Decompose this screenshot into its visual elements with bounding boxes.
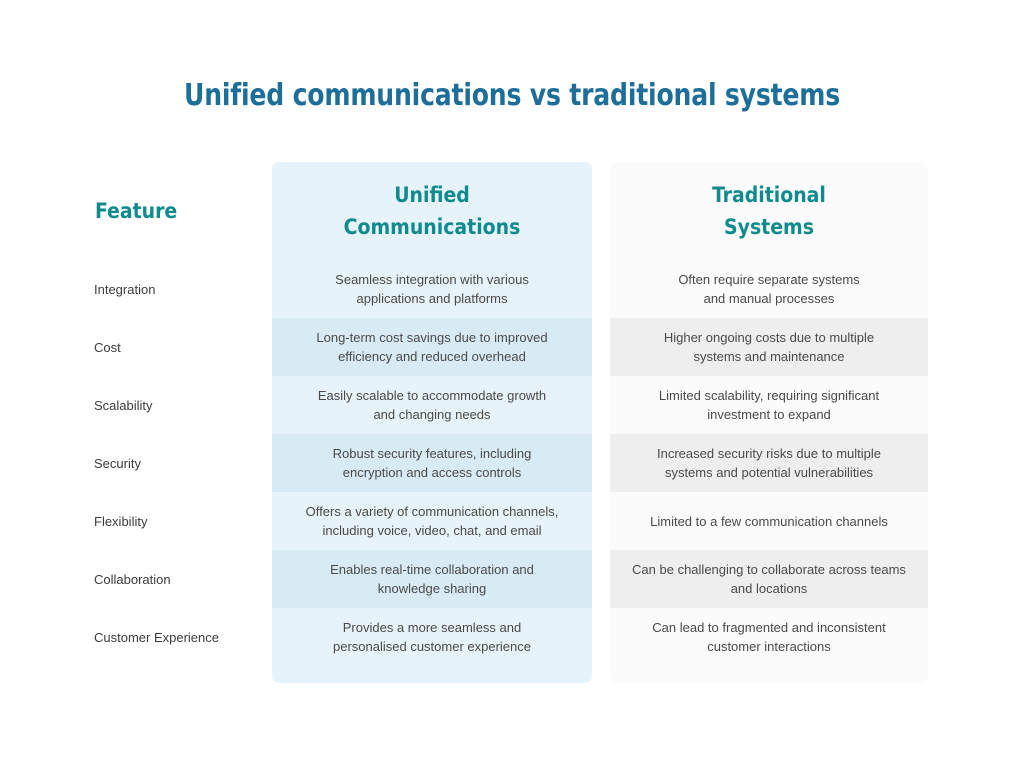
feature-name-label: Customer Experience bbox=[94, 629, 219, 645]
unified-communications-cell-line: knowledge sharing bbox=[377, 581, 487, 596]
unified-communications-cell: Seamless integration with various applica… bbox=[272, 260, 592, 318]
unified-communications-cell-line: Easily scalable to accommodate growth bbox=[317, 388, 547, 403]
table-row: Customer Experience Provides a more seaml… bbox=[94, 608, 930, 666]
feature-name-cell: Cost bbox=[94, 318, 264, 376]
table-row: Cost Long-term cost savings due to improv… bbox=[94, 318, 930, 376]
unified-communications-cell: Long-term cost savings due to improved ef… bbox=[272, 318, 592, 376]
traditional-systems-cell-line: Limited to a few communication channels bbox=[650, 513, 888, 529]
column-header-unified-communications: Unified Communications bbox=[272, 162, 592, 260]
feature-name-label: Flexibility bbox=[94, 513, 148, 529]
column-header-unified-line1: Unified bbox=[394, 183, 470, 207]
unified-communications-cell-line: efficiency and reduced overhead bbox=[338, 349, 526, 364]
unified-communications-cell: Easily scalable to accommodate growth and… bbox=[272, 376, 592, 434]
traditional-systems-cell-line: Higher ongoing costs due to multiple bbox=[663, 330, 875, 345]
feature-name-cell: Flexibility bbox=[94, 492, 264, 550]
unified-communications-cell-line: Offers a variety of communication channe… bbox=[305, 504, 559, 519]
traditional-systems-cell: Can lead to fragmented and inconsistent c… bbox=[610, 608, 928, 666]
traditional-systems-cell: Increased security risks due to multiple… bbox=[610, 434, 928, 492]
table-header-row: Feature Unified Communications Tradition… bbox=[94, 162, 930, 260]
unified-communications-cell: Offers a variety of communication channe… bbox=[272, 492, 592, 550]
traditional-systems-cell-line: and manual processes bbox=[703, 291, 835, 306]
column-header-traditional-systems: Traditional Systems bbox=[610, 162, 928, 260]
traditional-systems-cell-line: and locations bbox=[730, 581, 808, 596]
unified-communications-cell: Provides a more seamless and personalised… bbox=[272, 608, 592, 666]
unified-communications-cell-line: and changing needs bbox=[373, 407, 491, 422]
traditional-systems-cell-line: systems and potential vulnerabilities bbox=[664, 465, 874, 480]
traditional-systems-cell-line: Limited scalability, requiring significa… bbox=[658, 388, 880, 403]
table-row: Scalability Easily scalable to accommodat… bbox=[94, 376, 930, 434]
traditional-systems-cell: Can be challenging to collaborate across… bbox=[610, 550, 928, 608]
traditional-systems-cell-line: customer interactions bbox=[707, 639, 831, 654]
traditional-systems-cell-line: investment to expand bbox=[707, 407, 831, 422]
unified-communications-cell-line: applications and platforms bbox=[356, 291, 508, 306]
column-header-feature: Feature bbox=[94, 162, 264, 260]
table-row: Collaboration Enables real-time collabora… bbox=[94, 550, 930, 608]
column-header-traditional-line2: Systems bbox=[724, 215, 814, 239]
unified-communications-cell-line: encryption and access controls bbox=[342, 465, 522, 480]
feature-name-label: Scalability bbox=[94, 397, 153, 413]
feature-name-cell: Integration bbox=[94, 260, 264, 318]
traditional-systems-cell-line: systems and maintenance bbox=[693, 349, 845, 364]
column-header-traditional-line1: Traditional bbox=[712, 183, 826, 207]
feature-name-label: Security bbox=[94, 455, 141, 471]
page-title: Unified communications vs traditional sy… bbox=[184, 78, 840, 113]
traditional-systems-cell: Limited scalability, requiring significa… bbox=[610, 376, 928, 434]
unified-communications-cell-line: Enables real-time collaboration and bbox=[330, 562, 534, 577]
column-header-unified-line2: Communications bbox=[343, 215, 521, 239]
traditional-systems-cell-line: Can lead to fragmented and inconsistent bbox=[652, 620, 886, 635]
traditional-systems-cell: Higher ongoing costs due to multiple syst… bbox=[610, 318, 928, 376]
feature-name-label: Collaboration bbox=[94, 571, 171, 587]
unified-communications-cell: Enables real-time collaboration and knowl… bbox=[272, 550, 592, 608]
traditional-systems-cell-line: Increased security risks due to multiple bbox=[657, 446, 881, 461]
comparison-table: Feature Unified Communications Tradition… bbox=[94, 162, 930, 684]
unified-communications-cell-line: personalised customer experience bbox=[333, 639, 531, 654]
unified-communications-cell-line: Provides a more seamless and bbox=[342, 620, 522, 635]
unified-communications-cell-line: including voice, video, chat, and email bbox=[322, 523, 542, 538]
traditional-systems-cell: Often require separate systems and manual… bbox=[610, 260, 928, 318]
feature-name-cell: Scalability bbox=[94, 376, 264, 434]
unified-communications-cell-line: Seamless integration with various bbox=[335, 272, 529, 287]
feature-name-label: Integration bbox=[94, 281, 156, 297]
traditional-systems-cell-line: Can be challenging to collaborate across… bbox=[632, 562, 906, 577]
table-row: Security Robust security features, includ… bbox=[94, 434, 930, 492]
comparison-table-canvas: Unified communications vs traditional sy… bbox=[0, 0, 1024, 759]
feature-name-cell: Collaboration bbox=[94, 550, 264, 608]
unified-communications-cell: Robust security features, including encry… bbox=[272, 434, 592, 492]
feature-name-label: Cost bbox=[94, 339, 121, 355]
feature-name-cell: Customer Experience bbox=[94, 608, 264, 666]
column-header-feature-label: Feature bbox=[95, 199, 178, 223]
table-row: Flexibility Offers a variety of communica… bbox=[94, 492, 930, 550]
table-row: Integration Seamless integration with var… bbox=[94, 260, 930, 318]
feature-name-cell: Security bbox=[94, 434, 264, 492]
traditional-systems-cell: Limited to a few communication channels bbox=[610, 492, 928, 550]
traditional-systems-cell-line: Often require separate systems bbox=[678, 272, 860, 287]
unified-communications-cell-line: Long-term cost savings due to improved bbox=[316, 330, 548, 345]
unified-communications-cell-line: Robust security features, including bbox=[332, 446, 532, 461]
